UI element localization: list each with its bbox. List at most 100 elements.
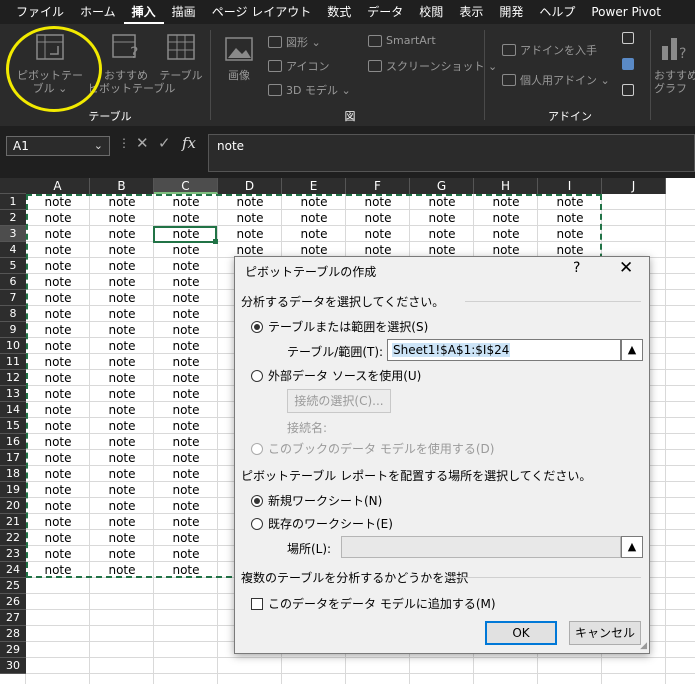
fill-handle[interactable] (213, 239, 218, 244)
row-header[interactable]: 13 (0, 386, 26, 402)
menu-item[interactable]: 表示 (451, 0, 491, 24)
bing-button[interactable] (622, 58, 634, 70)
row-header[interactable]: 3 (0, 226, 26, 242)
model-3d-button[interactable]: 3D モデル ⌄ (268, 82, 351, 98)
cell[interactable]: note (282, 226, 346, 242)
cell[interactable]: note (346, 226, 410, 242)
radio-table-range[interactable]: テーブルまたは範囲を選択(S) (251, 318, 428, 335)
cell[interactable]: note (26, 482, 90, 498)
my-addins-button[interactable]: 個人用アドイン ⌄ (502, 72, 610, 88)
cancel-button[interactable]: キャンセル (569, 621, 641, 645)
menu-item[interactable]: ヘルプ (531, 0, 583, 24)
cell[interactable]: note (154, 226, 218, 242)
row-header[interactable]: 6 (0, 274, 26, 290)
column-header[interactable]: G (410, 178, 474, 194)
cell[interactable]: note (26, 498, 90, 514)
cell[interactable]: note (90, 338, 154, 354)
menu-item[interactable]: Power Pivot (583, 0, 669, 24)
cell[interactable]: note (26, 210, 90, 226)
cell[interactable]: note (410, 194, 474, 210)
get-addins-button[interactable]: アドインを入手 (502, 42, 597, 58)
cell[interactable]: note (218, 210, 282, 226)
cell[interactable]: note (90, 418, 154, 434)
cell[interactable]: note (154, 434, 218, 450)
column-header[interactable]: B (90, 178, 154, 194)
row-header[interactable]: 5 (0, 258, 26, 274)
column-header[interactable]: C (154, 178, 218, 194)
menu-item[interactable]: 校閲 (411, 0, 451, 24)
row-header[interactable]: 17 (0, 450, 26, 466)
row-header[interactable]: 14 (0, 402, 26, 418)
cell[interactable]: note (90, 210, 154, 226)
cell[interactable]: note (26, 450, 90, 466)
cell[interactable]: note (90, 402, 154, 418)
cell[interactable]: note (26, 434, 90, 450)
row-header[interactable]: 20 (0, 498, 26, 514)
location-input[interactable] (341, 536, 621, 558)
chevron-down-icon[interactable]: ⌄ (94, 137, 103, 155)
cell[interactable]: note (410, 210, 474, 226)
row-header[interactable]: 1 (0, 194, 26, 210)
cell[interactable]: note (26, 402, 90, 418)
name-box[interactable]: A1 ⌄ (6, 136, 110, 156)
cell[interactable]: note (90, 226, 154, 242)
cell[interactable]: note (154, 386, 218, 402)
menu-item[interactable]: 挿入 (123, 0, 164, 24)
row-header[interactable]: 25 (0, 578, 26, 594)
cell[interactable]: note (90, 450, 154, 466)
cell[interactable]: note (154, 530, 218, 546)
cell[interactable]: note (410, 226, 474, 242)
cell[interactable]: note (90, 194, 154, 210)
column-header[interactable]: F (346, 178, 410, 194)
row-header[interactable]: 30 (0, 658, 26, 674)
cell[interactable]: note (90, 482, 154, 498)
menu-item[interactable]: ファイル (8, 0, 72, 24)
row-header[interactable]: 28 (0, 626, 26, 642)
cell[interactable]: note (154, 274, 218, 290)
row-header[interactable]: 19 (0, 482, 26, 498)
cell[interactable]: note (154, 338, 218, 354)
cell[interactable]: note (90, 290, 154, 306)
enter-check-icon[interactable]: ✓ (158, 134, 171, 152)
cell[interactable]: note (26, 194, 90, 210)
cell[interactable]: note (26, 258, 90, 274)
column-header[interactable]: E (282, 178, 346, 194)
ok-button[interactable]: OK (485, 621, 557, 645)
visio-button[interactable] (622, 32, 634, 44)
cell[interactable]: note (26, 242, 90, 258)
smartart-button[interactable]: SmartArt (368, 34, 436, 47)
recommended-chart-button[interactable]: ? おすすめ グラフ (654, 32, 695, 95)
cell[interactable]: note (90, 370, 154, 386)
cell[interactable]: note (90, 274, 154, 290)
recommended-pivot-button[interactable]: ? おすすめ ピボットテーブル (88, 32, 175, 95)
cell[interactable]: note (154, 194, 218, 210)
row-header[interactable]: 18 (0, 466, 26, 482)
cell[interactable]: note (26, 514, 90, 530)
cell[interactable]: note (346, 210, 410, 226)
cell[interactable]: note (26, 274, 90, 290)
insert-function-icon[interactable]: fx (182, 134, 196, 152)
cell[interactable]: note (26, 546, 90, 562)
cell[interactable]: note (26, 226, 90, 242)
menu-item[interactable]: データ (359, 0, 411, 24)
close-icon[interactable]: ✕ (619, 258, 633, 278)
cell[interactable]: note (154, 546, 218, 562)
cell[interactable]: note (154, 514, 218, 530)
cell[interactable]: note (26, 306, 90, 322)
cell[interactable]: note (538, 226, 602, 242)
cell[interactable]: note (26, 322, 90, 338)
cell[interactable]: note (154, 290, 218, 306)
cell[interactable]: note (90, 546, 154, 562)
row-header[interactable]: 21 (0, 514, 26, 530)
cell[interactable]: note (90, 306, 154, 322)
row-header[interactable]: 4 (0, 242, 26, 258)
cell[interactable]: note (154, 306, 218, 322)
choose-connection-button[interactable]: 接続の選択(C)... (287, 389, 391, 413)
cell[interactable]: note (90, 322, 154, 338)
radio-data-model[interactable]: このブックのデータ モデルを使用する(D) (251, 440, 494, 457)
screenshot-button[interactable]: スクリーンショット ⌄ (368, 58, 497, 74)
row-header[interactable]: 8 (0, 306, 26, 322)
cell[interactable]: note (474, 194, 538, 210)
row-header[interactable]: 15 (0, 418, 26, 434)
cell[interactable]: note (90, 514, 154, 530)
